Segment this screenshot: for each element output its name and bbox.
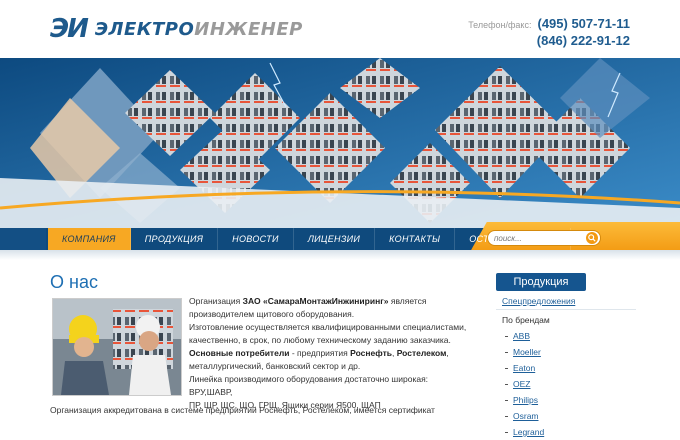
dash-icon (505, 367, 508, 369)
about-line: Организация ЗАО «СамараМонтажИнжиниринг»… (189, 296, 427, 306)
dash-icon (505, 335, 508, 337)
nav-item-products[interactable]: ПРОДУКЦИЯ (131, 228, 219, 250)
sidebar-brands-label: По брендам (502, 315, 550, 325)
about-line: качественно, в срок, по любому техническ… (189, 335, 451, 345)
phone-1: (495) 507-71-11 (537, 16, 630, 31)
about-text: Организация ЗАО «СамараМонтажИнжиниринг»… (189, 295, 469, 412)
nav-item-licenses[interactable]: ЛИЦЕНЗИИ (294, 228, 376, 250)
search-icon (588, 234, 596, 242)
nav-item-company[interactable]: КОМПАНИЯ (48, 228, 131, 250)
logo-text: ЭЛЕКТРОИНЖЕНЕР (95, 19, 303, 40)
accreditation-text: Организация аккредитована в системе пред… (50, 405, 435, 415)
nav-left-shade (0, 228, 46, 250)
about-line: Изготовление осуществляется квалифициров… (189, 322, 467, 332)
phone-block: Телефон/факс: (495) 507-71-11 (846) 222-9… (468, 16, 630, 49)
brand-link-osram[interactable]: Osram (505, 408, 544, 424)
about-line: металлургический, банковский сектор и др… (189, 361, 361, 371)
about-line: Линейка производимого оборудования доста… (189, 374, 429, 397)
brand-link-moeller[interactable]: Moeller (505, 344, 544, 360)
brand-list: ABB Moeller Eaton OEZ Philips Osram Legr… (505, 328, 544, 440)
logo-mark: ЭИ (50, 14, 89, 44)
dash-icon (505, 415, 508, 417)
hero-banner (0, 58, 680, 228)
search-button[interactable] (586, 232, 598, 244)
dash-icon (505, 383, 508, 385)
brand-link-oez[interactable]: OEZ (505, 376, 544, 392)
brand-link-legrand[interactable]: Legrand (505, 424, 544, 440)
nav-item-news[interactable]: НОВОСТИ (218, 228, 294, 250)
engineers-photo (52, 298, 182, 396)
phone-2: (846) 222-91-12 (536, 33, 630, 48)
dash-icon (505, 431, 508, 433)
brand-link-eaton[interactable]: Eaton (505, 360, 544, 376)
about-line: Основные потребители - предприятия Росне… (189, 348, 449, 358)
sidebar-heading: Продукция (496, 273, 586, 291)
logo-word-a: ЭЛЕКТРО (94, 18, 195, 40)
search-box (487, 230, 601, 246)
about-line: производителем щитового оборудования. (189, 309, 355, 319)
photo-graphic (53, 299, 181, 395)
nav-item-contacts[interactable]: КОНТАКТЫ (375, 228, 456, 250)
page-title: О нас (50, 272, 98, 292)
brand-link-abb[interactable]: ABB (505, 328, 544, 344)
search-input[interactable] (494, 231, 584, 245)
sidebar-special-offers-link[interactable]: Спецпредложения (502, 296, 575, 306)
dash-icon (505, 351, 508, 353)
banner-graphic (0, 58, 680, 228)
phone-label: Телефон/факс: (468, 20, 532, 30)
sidebar-divider (496, 309, 636, 310)
brand-link-philips[interactable]: Philips (505, 392, 544, 408)
logo-word-b: ИНЖЕНЕР (194, 18, 303, 40)
dash-icon (505, 399, 508, 401)
header: ЭИ ЭЛЕКТРОИНЖЕНЕР Телефон/факс: (495) 507… (0, 0, 680, 58)
nav-shadow (0, 250, 680, 260)
logo[interactable]: ЭИ ЭЛЕКТРОИНЖЕНЕР (50, 14, 303, 44)
